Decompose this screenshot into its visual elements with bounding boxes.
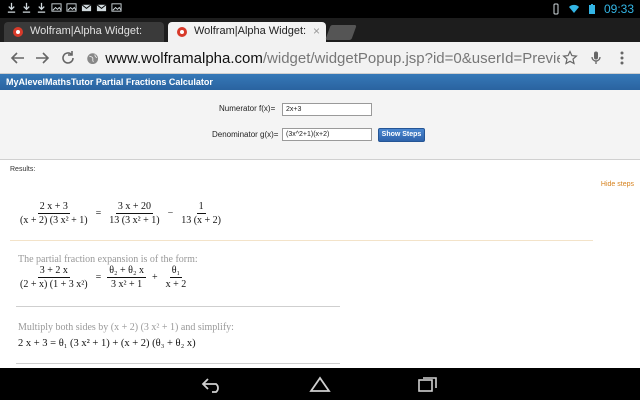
navigation-bar bbox=[0, 368, 640, 400]
back-button[interactable] bbox=[8, 48, 28, 68]
tab-widget-1[interactable]: Wolfram|Alpha Widget: bbox=[4, 22, 164, 42]
arrow-left-icon bbox=[10, 52, 24, 64]
step-1-divider bbox=[16, 306, 340, 307]
results-label: Results: bbox=[10, 166, 36, 173]
step-2-text: Multiply both sides by (x + 2) (3 x² + 1… bbox=[18, 322, 234, 333]
new-tab-button[interactable] bbox=[325, 25, 357, 40]
image-icon bbox=[51, 2, 62, 13]
address-bar[interactable]: www.wolframalpha.com/widget/widgetPopup.… bbox=[86, 47, 560, 69]
widget-title: MyAlevelMathsTutor Partial Fractions Cal… bbox=[0, 74, 640, 90]
download-icon bbox=[6, 2, 16, 13]
reload-icon bbox=[62, 51, 74, 64]
url-text: www.wolframalpha.com/widget/widgetPopup.… bbox=[105, 50, 560, 67]
result-lhs-num: 2 x + 3 bbox=[37, 201, 70, 214]
browser-toolbar: www.wolframalpha.com/widget/widgetPopup.… bbox=[0, 42, 640, 74]
arrow-right-icon bbox=[36, 52, 50, 64]
result-term-1-num: 3 x + 20 bbox=[115, 201, 153, 214]
result-divider bbox=[10, 240, 593, 241]
equals-sign: = bbox=[95, 272, 102, 283]
step-1-term-2: θ₁ x + 2 bbox=[164, 265, 189, 290]
vibrate-icon bbox=[550, 3, 562, 15]
nav-home-button[interactable] bbox=[306, 374, 334, 394]
back-icon bbox=[201, 378, 219, 393]
widget-form: Numerator f(x)= 2x+3 Denominator g(x)= (… bbox=[0, 90, 640, 160]
wifi-icon bbox=[568, 3, 580, 15]
image-icon bbox=[111, 2, 122, 13]
numerator-input[interactable]: 2x+3 bbox=[282, 103, 372, 116]
image-icon bbox=[66, 2, 77, 13]
step-1-equation: 3 + 2 x (2 + x) (1 + 3 x²) = θ₂ + θ₂ x 3… bbox=[18, 265, 188, 290]
step-1-lhs-num: 3 + 2 x bbox=[37, 265, 70, 278]
menu-button[interactable] bbox=[612, 48, 632, 68]
numerator-label: Numerator f(x)= bbox=[219, 104, 276, 113]
mail-icon bbox=[96, 2, 107, 13]
bookmark-button[interactable] bbox=[560, 48, 580, 68]
forward-button[interactable] bbox=[32, 48, 52, 68]
web-content: MyAlevelMathsTutor Partial Fractions Cal… bbox=[0, 74, 640, 368]
tab-title: Wolfram|Alpha Widget: bbox=[30, 25, 143, 37]
tab-close-icon[interactable]: × bbox=[313, 24, 320, 38]
minus-sign: − bbox=[167, 208, 174, 219]
result-lhs: 2 x + 3 (x + 2) (3 x² + 1) bbox=[18, 201, 90, 226]
recent-apps-icon bbox=[418, 377, 437, 392]
system-icons: 09:33 bbox=[550, 2, 634, 16]
equals-sign: = bbox=[95, 208, 102, 219]
mail-icon bbox=[81, 2, 92, 13]
tab-title: Wolfram|Alpha Widget: bbox=[194, 25, 307, 37]
denominator-input[interactable]: (3x^2+1)(x+2) bbox=[282, 128, 372, 141]
denominator-label: Denominator g(x)= bbox=[212, 130, 279, 139]
result-term-2: 1 13 (x + 2) bbox=[179, 201, 223, 226]
step-1-term-2-den: x + 2 bbox=[165, 279, 187, 290]
tab-strip: Wolfram|Alpha Widget: Wolfram|Alpha Widg… bbox=[0, 18, 640, 42]
result-term-1-den: 13 (3 x² + 1) bbox=[109, 215, 160, 226]
clock: 09:33 bbox=[603, 2, 634, 16]
result-term-2-num: 1 bbox=[196, 201, 206, 214]
download-icon bbox=[21, 2, 31, 13]
globe-icon bbox=[86, 50, 99, 66]
home-icon bbox=[309, 376, 331, 392]
nav-recents-button[interactable] bbox=[414, 374, 442, 394]
step-1-lhs-den: (2 + x) (1 + 3 x²) bbox=[20, 279, 88, 290]
notification-icons bbox=[6, 2, 122, 13]
microphone-icon bbox=[591, 51, 601, 64]
wolfram-favicon-icon bbox=[177, 27, 187, 37]
overflow-menu-icon bbox=[620, 51, 624, 65]
url-domain: www.wolframalpha.com bbox=[105, 49, 263, 67]
result-equation: 2 x + 3 (x + 2) (3 x² + 1) = 3 x + 20 13… bbox=[18, 201, 223, 226]
result-term-2-den: 13 (x + 2) bbox=[181, 215, 222, 226]
step-1-term-1-num: θ₂ + θ₂ x bbox=[107, 265, 146, 278]
result-term-1: 3 x + 20 13 (3 x² + 1) bbox=[107, 201, 161, 226]
download-icon bbox=[36, 2, 46, 13]
step-1-term-1-den: 3 x² + 1 bbox=[111, 279, 143, 290]
status-bar: 09:33 bbox=[0, 0, 640, 18]
wolfram-favicon-icon bbox=[13, 27, 23, 37]
step-1-text: The partial fraction expansion is of the… bbox=[18, 254, 198, 265]
step-1-lhs: 3 + 2 x (2 + x) (1 + 3 x²) bbox=[18, 265, 90, 290]
url-path: /widget/widgetPopup.jsp?id=0&userId=Prev… bbox=[262, 49, 560, 67]
reload-button[interactable] bbox=[58, 48, 78, 68]
hide-steps-link[interactable]: Hide steps bbox=[601, 181, 634, 188]
step-1-term-1: θ₂ + θ₂ x 3 x² + 1 bbox=[107, 265, 146, 290]
plus-sign: + bbox=[151, 272, 158, 283]
star-icon bbox=[562, 50, 578, 65]
step-1-term-2-num: θ₁ bbox=[169, 265, 183, 278]
tab-widget-2[interactable]: Wolfram|Alpha Widget: × bbox=[168, 22, 326, 42]
nav-back-button[interactable] bbox=[198, 374, 226, 394]
battery-icon bbox=[586, 3, 598, 15]
step-2-divider bbox=[16, 363, 340, 364]
result-lhs-den: (x + 2) (3 x² + 1) bbox=[20, 215, 88, 226]
voice-search-button[interactable] bbox=[586, 48, 606, 68]
show-steps-button[interactable]: Show Steps bbox=[378, 128, 425, 142]
step-2-equation: 2 x + 3 = θ₁ (3 x² + 1) + (x + 2) (θ₃ + … bbox=[18, 338, 196, 349]
